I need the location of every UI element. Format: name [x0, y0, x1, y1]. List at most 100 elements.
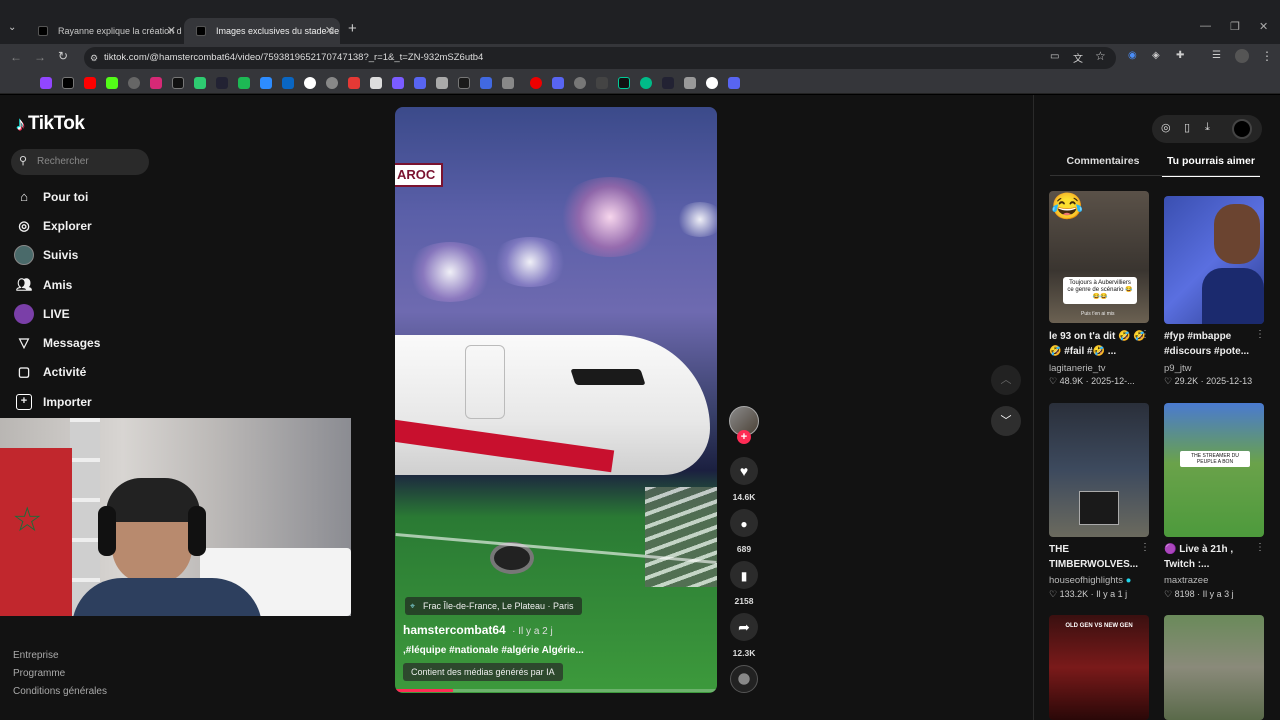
bookmark-app-icon[interactable] — [216, 77, 228, 89]
like-button[interactable]: ♥ — [730, 457, 758, 485]
tab-tu-pourrais-aimer[interactable]: Tu pourrais aimer — [1162, 153, 1260, 177]
extension-icon[interactable]: ◉ — [1128, 50, 1137, 61]
new-tab-icon[interactable]: + — [348, 20, 357, 37]
profile-circle-icon[interactable] — [1232, 119, 1252, 139]
back-icon[interactable]: ← — [10, 50, 22, 64]
download-icon[interactable]: ⤓ — [1205, 121, 1210, 134]
bookmark-app-icon[interactable] — [392, 77, 404, 89]
bookmark-app-icon[interactable] — [238, 77, 250, 89]
bookmark-app-icon[interactable] — [414, 77, 426, 89]
footer-link-entreprise[interactable]: Entreprise — [13, 650, 59, 661]
sidebar-item-suivis[interactable]: Suivis — [14, 243, 78, 267]
explore-icon[interactable]: ◎ — [1161, 121, 1171, 134]
bookmark-youtube-icon[interactable] — [84, 77, 96, 89]
video-thumbnail[interactable]: OLD GEN VS NEW GEN — [1049, 615, 1149, 720]
video-thumbnail[interactable] — [1164, 615, 1264, 720]
card-title[interactable]: le 93 on t'a dit 🤣 🤣🤣 #fail #🤣 ... — [1049, 329, 1147, 359]
sidebar-item-live[interactable]: LIVE — [14, 302, 70, 326]
media-icon[interactable]: ☰ — [1212, 50, 1221, 61]
search-input[interactable]: ⚲ Rechercher — [11, 149, 149, 175]
bookmark-tiktok-icon[interactable] — [172, 77, 184, 89]
bookmark-kick-icon[interactable] — [106, 77, 118, 89]
bookmark-app-icon[interactable] — [458, 77, 470, 89]
footer-link-conditions[interactable]: Conditions générales — [13, 686, 107, 697]
extensions-puzzle-icon[interactable]: ✚ — [1176, 50, 1184, 61]
video-thumbnail[interactable] — [1164, 196, 1264, 324]
maximize-icon[interactable]: ❐ — [1230, 20, 1240, 33]
bookmark-app-icon[interactable] — [370, 77, 382, 89]
bookmark-app-icon[interactable] — [618, 77, 630, 89]
bookmark-app-icon[interactable] — [502, 77, 514, 89]
menu-kebab-icon[interactable]: ⋮ — [1261, 49, 1273, 63]
bookmark-app-icon[interactable] — [530, 77, 542, 89]
tiktok-logo[interactable]: ♪ TikTok — [16, 113, 85, 135]
install-icon[interactable]: ▭ — [1050, 51, 1059, 62]
video-thumbnail[interactable] — [1049, 403, 1149, 537]
bookmark-instagram-icon[interactable] — [150, 77, 162, 89]
video-thumbnail[interactable]: THE STREAMER DU PEUPLE A BON — [1164, 403, 1264, 537]
extension-icon[interactable]: ◈ — [1152, 50, 1160, 61]
bookmark-info-icon[interactable] — [304, 77, 316, 89]
card-author[interactable]: maxtrazee — [1164, 575, 1208, 586]
mobile-icon[interactable]: ▯ — [1184, 121, 1190, 134]
bookmark-app-icon[interactable] — [728, 77, 740, 89]
video-caption[interactable]: ,#léquipe #nationale #algérie Algérie... — [403, 645, 584, 656]
forward-icon[interactable]: → — [34, 50, 46, 64]
video-thumbnail[interactable]: 😂 Toujours à Aubervilliers ce genre de s… — [1049, 191, 1149, 323]
sidebar-item-messages[interactable]: ▽ Messages — [16, 331, 100, 355]
url-field[interactable]: ⚙ tiktok.com/@hamstercombat64/video/7593… — [84, 47, 1116, 69]
bookmark-app-icon[interactable] — [260, 77, 272, 89]
close-tab-icon[interactable]: ✕ — [325, 18, 334, 44]
tab-list-chevron-icon[interactable]: ⌄ — [8, 22, 16, 33]
next-video-button[interactable]: ﹀ — [991, 406, 1021, 436]
sidebar-item-amis[interactable]: 👥︎ Amis — [16, 273, 72, 297]
close-tab-icon[interactable]: ✕ — [167, 18, 176, 44]
bookmark-app-icon[interactable] — [348, 77, 360, 89]
close-window-icon[interactable]: ✕ — [1259, 20, 1268, 33]
more-options-icon[interactable]: ⋮ — [1140, 542, 1150, 553]
card-title[interactable]: #fyp #mbappe #discours #pote... — [1164, 329, 1262, 359]
card-title[interactable]: THE TIMBERWOLVES... — [1049, 542, 1147, 572]
bookmark-x-icon[interactable] — [62, 77, 74, 89]
bookmark-app-icon[interactable] — [684, 77, 696, 89]
bookmark-app-icon[interactable] — [326, 77, 338, 89]
follow-plus-icon[interactable]: + — [737, 430, 751, 444]
sidebar-item-importer[interactable]: + Importer — [16, 390, 92, 414]
bookmark-app-icon[interactable] — [574, 77, 586, 89]
bookmark-app-icon[interactable] — [552, 77, 564, 89]
card-author[interactable]: houseofhighlights ● — [1049, 575, 1131, 586]
bookmark-app-icon[interactable] — [706, 77, 718, 89]
translate-icon[interactable]: 文 — [1073, 50, 1083, 65]
bookmark-app-icon[interactable] — [436, 77, 448, 89]
previous-video-button[interactable]: ︿ — [991, 365, 1021, 395]
bookmark-app-icon[interactable] — [596, 77, 608, 89]
video-progress-track[interactable] — [395, 689, 717, 692]
site-info-icon[interactable]: ⚙ — [90, 47, 98, 69]
sidebar-item-pour-toi[interactable]: ⌂ Pour toi — [16, 185, 88, 209]
share-button[interactable]: ➦ — [730, 613, 758, 641]
sidebar-item-activite[interactable]: ▢ Activité — [16, 360, 87, 384]
card-author[interactable]: p9_jtw — [1164, 363, 1191, 374]
tab-commentaires[interactable]: Commentaires — [1050, 153, 1156, 177]
footer-link-programme[interactable]: Programme — [13, 668, 65, 679]
bookmark-globe-icon[interactable] — [128, 77, 140, 89]
card-author[interactable]: lagitanerie_tv — [1049, 363, 1106, 374]
more-options-icon[interactable]: ⋮ — [1140, 329, 1150, 340]
card-title[interactable]: 🟣 Live à 21h , Twitch :... — [1164, 542, 1262, 572]
browser-tab-2[interactable]: Images exclusives du stade de ✕ — [184, 18, 340, 44]
more-options-icon[interactable]: ⋮ — [1255, 329, 1265, 340]
bookmark-app-icon[interactable] — [640, 77, 652, 89]
profile-avatar-icon[interactable] — [1235, 49, 1249, 63]
comment-button[interactable]: ● — [730, 509, 758, 537]
minimize-icon[interactable]: — — [1200, 20, 1211, 32]
sound-disc-icon[interactable] — [730, 665, 758, 693]
reload-icon[interactable]: ↻ — [58, 49, 68, 63]
save-button[interactable]: ▮ — [730, 561, 758, 589]
bookmark-linkedin-icon[interactable] — [282, 77, 294, 89]
bookmark-app-icon[interactable] — [194, 77, 206, 89]
bookmark-app-icon[interactable] — [662, 77, 674, 89]
more-options-icon[interactable]: ⋮ — [1255, 542, 1265, 553]
bookmark-app-icon[interactable] — [480, 77, 492, 89]
location-tag[interactable]: ⌖ Frac Île-de-France, Le Plateau · Paris — [405, 597, 582, 615]
video-player[interactable]: AROC ⌖ Frac Île-de-France, Le Plateau · … — [395, 107, 717, 693]
